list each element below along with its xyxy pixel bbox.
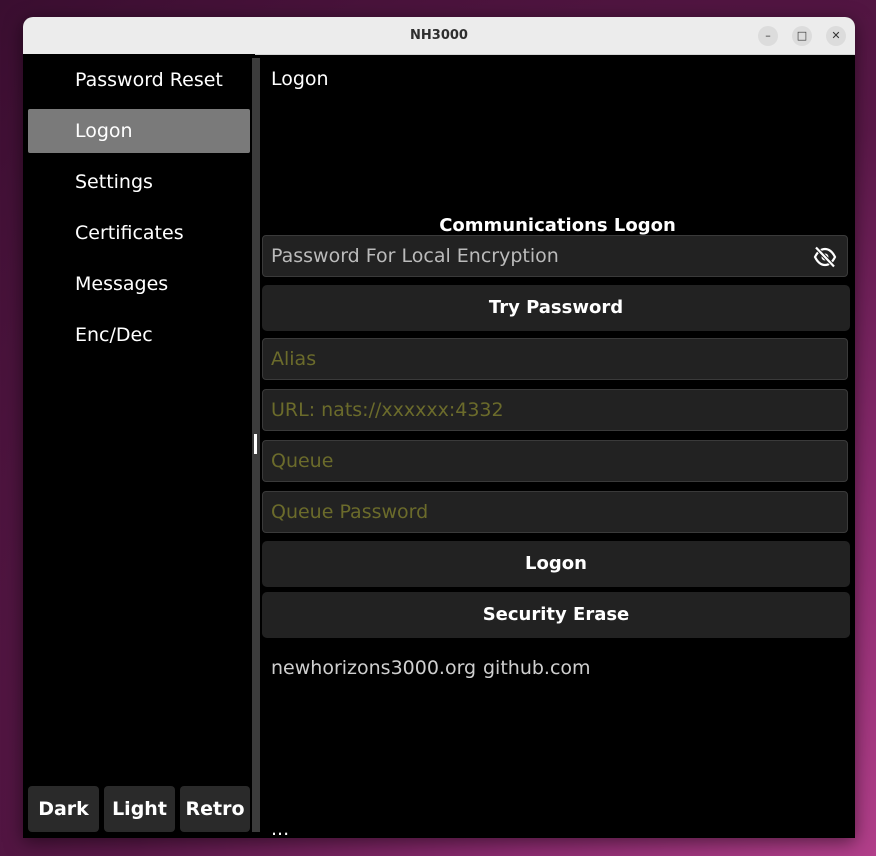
queue-password-field[interactable] (262, 491, 848, 533)
sidebar: Password Reset Logon Settings Certificat… (23, 54, 255, 838)
window-title: NH3000 (410, 28, 468, 43)
main-panel: Logon Communications Logon Try Password (260, 54, 855, 838)
retro-theme-button[interactable]: Retro (180, 786, 250, 832)
password-input[interactable] (263, 236, 847, 276)
sidebar-item-certificates[interactable]: Certificates (28, 211, 250, 255)
sidebar-item-password-reset[interactable]: Password Reset (28, 58, 250, 102)
password-field[interactable] (262, 235, 848, 277)
try-password-button[interactable]: Try Password (262, 285, 850, 331)
close-button[interactable]: ✕ (826, 26, 846, 46)
light-theme-button[interactable]: Light (104, 786, 175, 832)
section-title: Communications Logon (439, 215, 676, 236)
queue-field[interactable] (262, 440, 848, 482)
newhorizons-link[interactable]: newhorizons3000.org (271, 657, 476, 679)
queue-input[interactable] (263, 441, 847, 481)
dark-theme-button[interactable]: Dark (28, 786, 99, 832)
eye-slash-icon[interactable] (813, 246, 837, 268)
url-input[interactable] (263, 390, 847, 430)
sidebar-item-messages[interactable]: Messages (28, 262, 250, 306)
url-field[interactable] (262, 389, 848, 431)
logon-button[interactable]: Logon (262, 541, 850, 587)
security-erase-button[interactable]: Security Erase (262, 592, 850, 638)
sidebar-item-enc-dec[interactable]: Enc/Dec (28, 313, 250, 357)
page-title: Logon (271, 68, 329, 90)
maximize-button[interactable]: □ (792, 26, 812, 46)
sidebar-item-settings[interactable]: Settings (28, 160, 250, 204)
app-window: NH3000 – □ ✕ Password Reset Logon Settin… (23, 17, 855, 838)
sidebar-item-logon[interactable]: Logon (28, 109, 250, 153)
alias-input[interactable] (263, 339, 847, 379)
minimize-button[interactable]: – (758, 26, 778, 46)
footer-ellipsis: ... (271, 818, 290, 838)
github-link[interactable]: github.com (483, 657, 591, 679)
title-bar: NH3000 – □ ✕ (23, 17, 855, 55)
alias-field[interactable] (262, 338, 848, 380)
splitter-handle[interactable] (254, 434, 257, 454)
queue-password-input[interactable] (263, 492, 847, 532)
